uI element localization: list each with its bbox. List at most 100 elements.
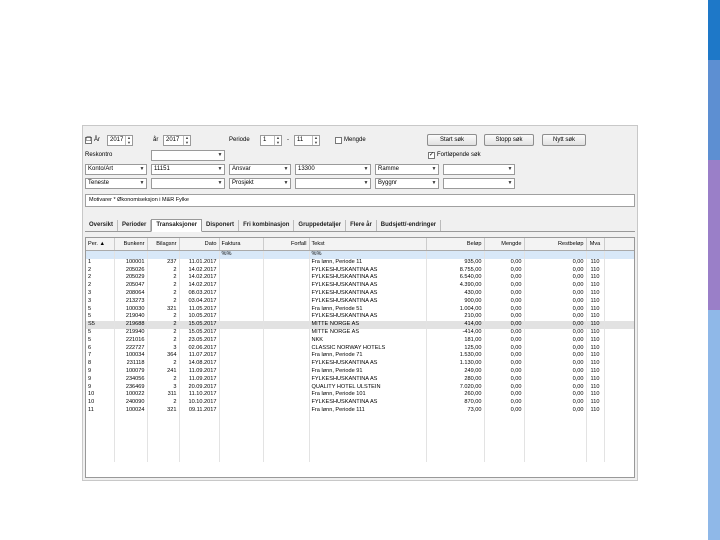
stop-search-button[interactable]: Stopp søk	[484, 134, 534, 146]
spinner-arrows-icon[interactable]: ▲ ▼	[183, 135, 190, 145]
dimension-3-combo[interactable]: Ramme ▼	[375, 164, 439, 175]
new-search-button[interactable]: Nytt søk	[542, 134, 586, 146]
year-from-spinner[interactable]: 2017 ▲ ▼	[107, 135, 133, 146]
col-mengde[interactable]: Mengde	[484, 238, 525, 251]
table-row[interactable]: 10 100022 311 11.10.2017 Fra lønn, Periode 1…	[86, 391, 634, 400]
account-plan-combo[interactable]: ▼	[151, 150, 225, 161]
tab-perioder[interactable]: Perioder	[118, 220, 152, 231]
table-cell: 100001	[114, 258, 148, 267]
spinner-arrows-icon[interactable]: ▲ ▼	[312, 135, 319, 145]
table-cell: Fra lønn, Periode 51	[309, 305, 427, 314]
period-from-spinner[interactable]: 1 ▲ ▼	[260, 135, 282, 146]
table-row[interactable]: 9 234056 2 11.09.2017 FYLKESHUSKANTINA AS 280…	[86, 375, 634, 384]
dimension-2-value[interactable]: 13300 ▼	[295, 164, 371, 175]
quantity-checkbox[interactable]	[335, 137, 342, 144]
table-row[interactable]: 5 219040 2 10.05.2017 FYLKESHUSKANTINA AS 210…	[86, 313, 634, 322]
tab-flere-r[interactable]: Flere år	[346, 220, 377, 231]
col-per[interactable]: Per. ▲	[86, 238, 115, 251]
filter-tekst[interactable]: %%	[309, 250, 427, 259]
table-row[interactable]: 11 100024 321 09.11.2017 Fra lønn, Periode 1…	[86, 406, 634, 415]
chevron-down-icon[interactable]: ▼	[282, 165, 290, 174]
continuous-search-checkbox[interactable]: ✓	[428, 152, 435, 159]
chevron-down-icon[interactable]: ▼	[362, 179, 370, 188]
tab-fri-kombinasjon[interactable]: Fri kombinasjon	[239, 220, 295, 231]
chevron-down-icon[interactable]: ▼	[430, 179, 438, 188]
table-row[interactable]: 10 240090 2 10.10.2017 FYLKESHUSKANTINA AS 87…	[86, 399, 634, 407]
col-tekst[interactable]: Tekst	[309, 238, 427, 251]
table-cell: 11.10.2017	[179, 391, 220, 400]
table-cell: 14.02.2017	[179, 282, 220, 290]
col-bilagsnr[interactable]: Bilagsnr	[147, 238, 180, 251]
col-forfall[interactable]: Forfall	[263, 238, 310, 251]
empty-cell	[263, 453, 310, 462]
table-cell: 0,00	[524, 352, 587, 361]
col-bunkenr[interactable]: Bunkenr	[114, 238, 148, 251]
tab-disponert[interactable]: Disponert	[202, 220, 240, 231]
dimension-4-combo[interactable]: Teneste ▼	[85, 178, 147, 189]
dimension-6-value[interactable]: ▼	[443, 178, 515, 189]
col-restbelop[interactable]: Restbeløp	[524, 238, 587, 251]
empty-cell	[604, 453, 634, 462]
dimension-3-value[interactable]: ▼	[443, 164, 515, 175]
chevron-down-icon[interactable]: ▼	[138, 179, 146, 188]
dimension-1-combo[interactable]: Konto/Art ▼	[85, 164, 147, 175]
table-cell-filler	[604, 360, 634, 368]
year-checkbox[interactable]: ☐	[85, 137, 92, 144]
table-row[interactable]: 3 213273 2 03.04.2017 FYLKESHUSKANTINA AS 900…	[86, 297, 634, 306]
col-mva[interactable]: Mva	[586, 238, 605, 251]
table-row[interactable]: 2 205026 2 14.02.2017 FYLKESHUSKANTINA AS 8.7…	[86, 266, 634, 275]
table-row[interactable]: 6 222727 3 02.06.2017 CLASSIC NORWAY HOTELS 1…	[86, 344, 634, 353]
col-dato[interactable]: Dato	[179, 238, 220, 251]
chevron-down-icon[interactable]: ▼	[216, 151, 224, 160]
table-row[interactable]: 9 236469 3 20.09.2017 QUALITY HOTEL ULSTEIN 7…	[86, 383, 634, 392]
spinner-arrows-icon[interactable]: ▲ ▼	[274, 135, 281, 145]
table-row[interactable]: 3 208064 2 08.03.2017 FYLKESHUSKANTINA AS 430…	[86, 289, 634, 298]
table-row[interactable]: S 5 219688 2 15.05.2017 MITTE NORGE AS 414,00 0…	[86, 321, 634, 329]
chevron-down-icon[interactable]: ▼	[138, 165, 146, 174]
tab-budsjett-endringer[interactable]: Budsjett/-endringer	[377, 220, 442, 231]
spinner-arrows-icon[interactable]: ▲ ▼	[125, 135, 132, 145]
dimension-6-combo[interactable]: Byggnr ▼	[375, 178, 439, 189]
table-cell: 0,00	[484, 406, 525, 415]
start-search-button[interactable]: Start søk	[427, 134, 477, 146]
empty-cell	[114, 453, 148, 462]
dimension-5-combo[interactable]: Prosjekt ▼	[229, 178, 291, 189]
table-row[interactable]: 5 100030 321 11.05.2017 Fra lønn, Periode 51…	[86, 305, 634, 314]
table-row[interactable]: 1 100001 237 11.01.2017 Fra lønn, Periode 11…	[86, 258, 634, 267]
table-cell: 11.07.2017	[179, 352, 220, 361]
col-faktura[interactable]: Faktura	[219, 238, 264, 251]
table-row[interactable]: 7 100034 364 11.07.2017 Fra lønn, Periode 71…	[86, 352, 634, 361]
chevron-down-icon[interactable]: ▼	[216, 165, 224, 174]
dimension-5-value[interactable]: ▼	[295, 178, 371, 189]
chevron-down-icon[interactable]: ▼	[506, 179, 514, 188]
table-row[interactable]: 9 100079 241 11.09.2017 Fra lønn, Periode 91…	[86, 367, 634, 376]
tab-gruppedetaljer[interactable]: Gruppedetaljer	[294, 220, 347, 231]
table-cell: 3	[86, 297, 115, 306]
table-row[interactable]: 5 219940 2 15.05.2017 MITTE NORGE AS -414,00 0…	[86, 328, 634, 337]
table-row[interactable]: 5 221016 2 23.05.2017 NKK 181,00 0,00 0,00 110	[86, 336, 634, 345]
table-cell: 0,00	[484, 258, 525, 267]
chevron-down-icon[interactable]: ▼	[216, 179, 224, 188]
dimension-1-value[interactable]: 11151 ▼	[151, 164, 225, 175]
dimension-4-value[interactable]: ▼	[151, 178, 225, 189]
table-row[interactable]: 8 231118 2 14.08.2017 FYLKESHUSKANTINA AS 1.1…	[86, 360, 634, 368]
period-to-spinner[interactable]: 11 ▲ ▼	[294, 135, 320, 146]
chevron-down-icon[interactable]: ▼	[282, 179, 290, 188]
chevron-down-icon[interactable]: ▼	[506, 165, 514, 174]
chevron-down-icon[interactable]: ▼	[430, 165, 438, 174]
filter-faktura[interactable]: %%	[219, 250, 264, 259]
col-belop[interactable]: Beløp	[426, 238, 485, 251]
table-row[interactable]: 2 205047 2 14.02.2017 FYLKESHUSKANTINA AS 4.3…	[86, 282, 634, 290]
year-to-spinner[interactable]: 2017 ▲ ▼	[163, 135, 191, 146]
sort-ascending-icon[interactable]: ▲	[100, 241, 106, 247]
tab-oversikt[interactable]: Oversikt	[85, 220, 119, 231]
chevron-down-icon[interactable]: ▼	[362, 165, 370, 174]
table-cell	[263, 258, 310, 267]
dimension-2-combo[interactable]: Ansvar ▼	[229, 164, 291, 175]
filter-row[interactable]: %% %%	[86, 250, 634, 259]
empty-cell	[524, 422, 587, 431]
tab-transaksjoner[interactable]: Transaksjoner	[151, 219, 203, 232]
table-row[interactable]: 2 205029 2 14.02.2017 FYLKESHUSKANTINA AS 6.5…	[86, 274, 634, 283]
table-cell-filler	[604, 391, 634, 400]
table-cell: 110	[586, 274, 605, 283]
